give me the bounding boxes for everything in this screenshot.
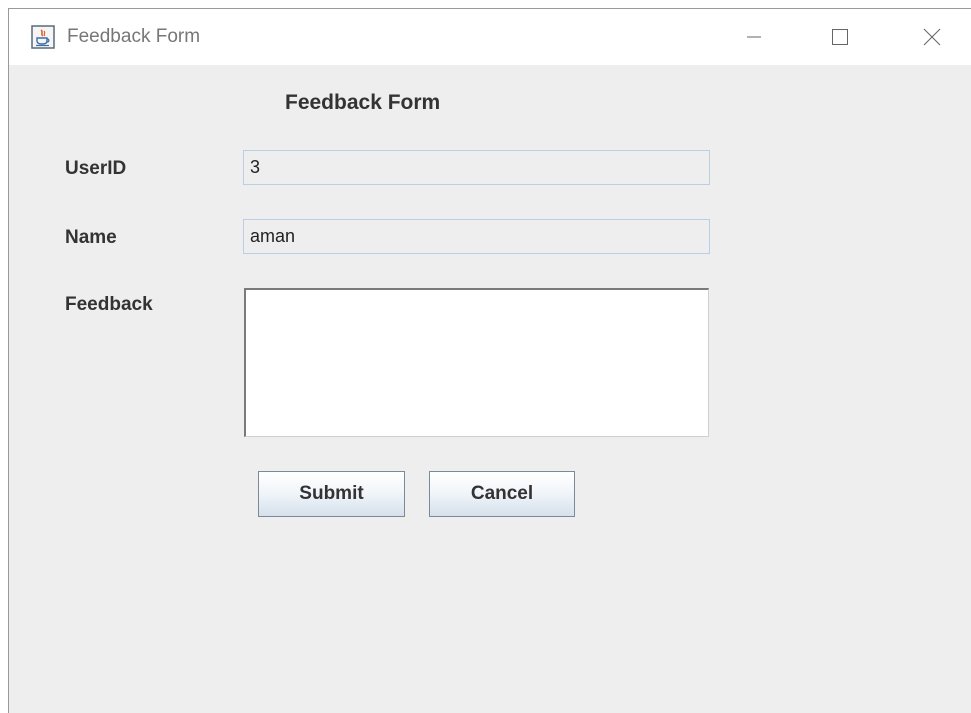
cancel-button[interactable]: Cancel (429, 471, 575, 517)
userid-field[interactable]: 3 (243, 150, 710, 185)
title-bar[interactable]: Feedback Form (9, 9, 971, 65)
window-title: Feedback Form (67, 26, 201, 47)
submit-button[interactable]: Submit (258, 471, 405, 517)
close-icon (923, 28, 941, 46)
feedback-window: Feedback Form Feedback Form UserID 3 Nam… (8, 8, 971, 713)
feedback-label: Feedback (65, 294, 153, 315)
java-icon (31, 25, 55, 49)
minimize-icon (747, 36, 761, 38)
maximize-icon (832, 29, 848, 45)
feedback-textarea[interactable] (244, 288, 709, 437)
name-field[interactable]: aman (243, 219, 710, 254)
form-heading: Feedback Form (285, 91, 441, 114)
userid-label: UserID (65, 158, 127, 179)
maximize-button[interactable] (812, 17, 868, 57)
close-button[interactable] (904, 17, 960, 57)
name-label: Name (65, 227, 117, 248)
minimize-button[interactable] (726, 17, 782, 57)
